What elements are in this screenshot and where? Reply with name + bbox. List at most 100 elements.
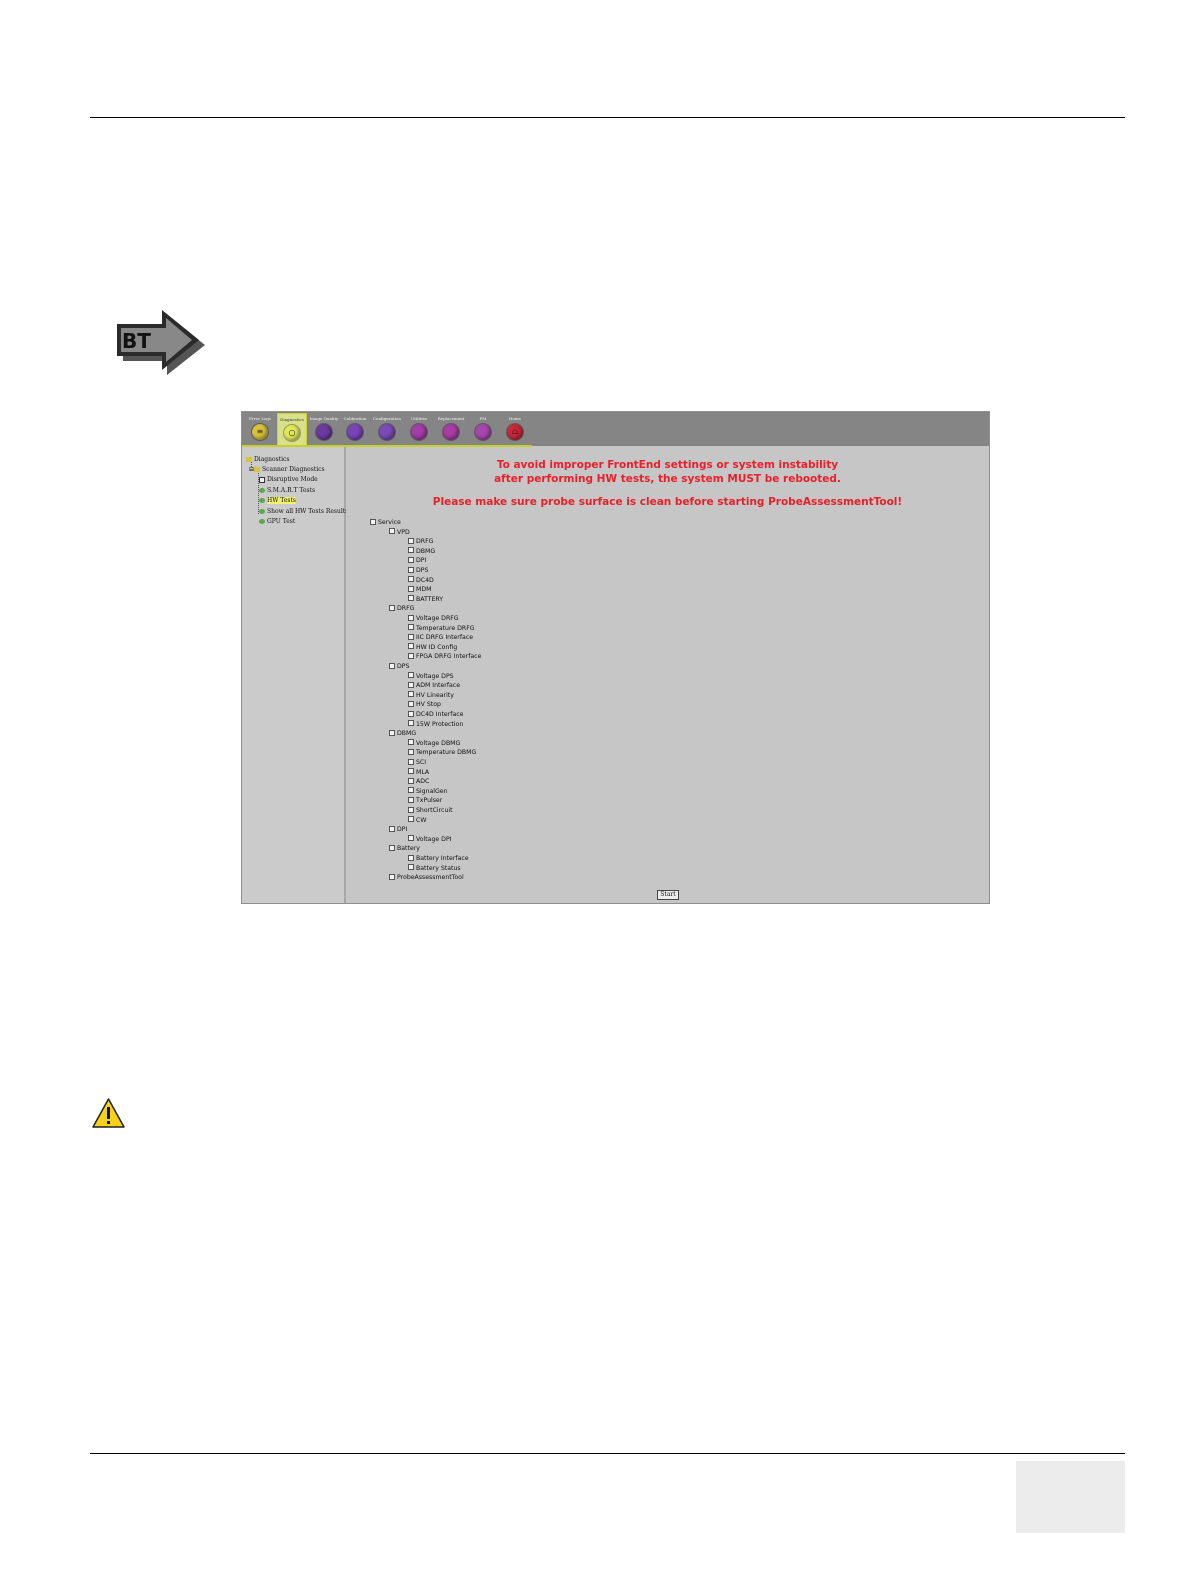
checkbox-item[interactable]: TxPulser <box>408 796 442 805</box>
checkbox[interactable] <box>408 768 414 775</box>
checkbox-item[interactable]: DPS <box>408 566 428 575</box>
tab-home[interactable]: Home ⌂ <box>500 413 530 446</box>
tree-root-diagnostics[interactable]: Diagnostics <box>246 456 289 464</box>
bt-arrow-icon: BT <box>112 302 208 376</box>
checkbox[interactable] <box>408 585 414 592</box>
checkbox-item[interactable]: DRFG <box>408 537 433 546</box>
checkbox[interactable] <box>408 576 414 583</box>
checkbox-item[interactable]: HV Stop <box>408 700 441 709</box>
checkbox-item[interactable]: DC4D Interface <box>408 710 463 719</box>
checkbox-item[interactable]: DPS <box>389 662 409 671</box>
checkbox-item[interactable]: HW ID Config <box>408 643 457 652</box>
checkbox[interactable] <box>408 864 414 871</box>
checkbox[interactable] <box>370 518 376 525</box>
checkbox[interactable] <box>408 691 414 698</box>
tab-error-logs[interactable]: Error Logs ≡ <box>245 413 275 446</box>
checkbox[interactable] <box>389 662 395 669</box>
checkbox-item[interactable]: ADM Interface <box>408 681 460 690</box>
checkbox-item[interactable]: DBMG <box>389 729 416 738</box>
checkbox[interactable] <box>408 816 414 823</box>
tree-item-disruptive-mode[interactable]: Disruptive Mode <box>259 476 318 484</box>
checkbox-item[interactable]: Battery Interface <box>408 854 469 863</box>
checkbox-item[interactable]: ShortCircuit <box>408 806 453 815</box>
checkbox[interactable] <box>408 758 414 765</box>
checkbox[interactable] <box>389 873 395 880</box>
checkbox-item[interactable]: DBMG <box>408 547 435 556</box>
checkbox[interactable] <box>389 825 395 832</box>
checkbox[interactable] <box>408 652 414 659</box>
checkbox[interactable] <box>408 854 414 861</box>
checkbox[interactable] <box>408 787 414 794</box>
checkbox-item[interactable]: SCI <box>408 758 426 767</box>
tab-pm[interactable]: PM <box>468 413 498 446</box>
checkbox[interactable] <box>408 643 414 650</box>
checkbox-item[interactable]: Voltage DPI <box>408 835 452 844</box>
tab-label: Calibration <box>343 416 367 421</box>
checkbox-item[interactable]: Temperature DBMG <box>408 748 476 757</box>
checkbox-item[interactable]: FPGA DRFG Interface <box>408 652 481 661</box>
reboot-warning-line1: To avoid improper FrontEnd settings or s… <box>496 459 839 471</box>
checkbox[interactable] <box>408 537 414 544</box>
checkbox[interactable] <box>408 624 414 631</box>
tree-item-hw-tests[interactable]: HW Tests <box>259 497 296 505</box>
checkbox-label: IIC DRFG Interface <box>416 634 474 642</box>
checkbox[interactable] <box>408 614 414 621</box>
tab-configuration[interactable]: Configuration <box>372 413 402 446</box>
checkbox-item[interactable]: Voltage DRFG <box>408 614 459 623</box>
tab-utilities[interactable]: Utilities <box>404 413 434 446</box>
checkbox-item[interactable]: MLA <box>408 768 429 777</box>
checkbox-item[interactable]: IIC DRFG Interface <box>408 633 473 642</box>
checkbox[interactable] <box>408 835 414 842</box>
tab-diagnostics[interactable]: Diagnostics ○ <box>277 413 307 446</box>
checkbox[interactable] <box>408 556 414 563</box>
checkbox[interactable] <box>408 547 414 554</box>
checkbox-item[interactable]: DPI <box>389 825 407 834</box>
test-icon <box>259 488 265 493</box>
checkbox-item[interactable]: MDM <box>408 585 431 594</box>
checkbox-item[interactable]: Service <box>370 518 401 527</box>
tree-item-smart-tests[interactable]: S.M.A.R.T Tests <box>259 487 315 495</box>
checkbox[interactable] <box>408 633 414 640</box>
checkbox[interactable] <box>408 720 414 727</box>
checkbox[interactable] <box>408 595 414 602</box>
checkbox-item[interactable]: DPI <box>408 556 426 565</box>
checkbox[interactable] <box>408 796 414 803</box>
checkbox-item[interactable]: HV Linearity <box>408 691 454 700</box>
checkbox-item[interactable]: Battery <box>389 844 420 853</box>
tab-replacement[interactable]: Replacement <box>436 413 466 446</box>
checkbox-label: DC4D <box>416 576 434 584</box>
checkbox-item[interactable]: DC4D <box>408 576 434 585</box>
checkbox-item[interactable]: Voltage DPS <box>408 672 454 681</box>
tab-image-quality[interactable]: Image Quality <box>309 413 339 446</box>
start-button[interactable]: Start <box>657 890 679 900</box>
tree-item-show-results[interactable]: Show all HW Tests Results <box>259 508 348 516</box>
checkbox[interactable] <box>408 681 414 688</box>
tree-scanner-diagnostics[interactable]: ⊟ Scanner Diagnostics <box>249 466 325 474</box>
checkbox-item[interactable]: CW <box>408 816 426 825</box>
checkbox-item[interactable]: DRFG <box>389 604 414 613</box>
checkbox-item[interactable]: Temperature DRFG <box>408 624 475 633</box>
checkbox-item[interactable]: BATTERY <box>408 595 443 604</box>
checkbox-item[interactable]: Battery Status <box>408 864 461 873</box>
checkbox-item[interactable]: VPD <box>389 528 410 537</box>
checkbox[interactable] <box>408 748 414 755</box>
checkbox[interactable] <box>389 604 395 611</box>
checkbox[interactable] <box>408 566 414 573</box>
checkbox-label: SCI <box>416 759 427 766</box>
checkbox[interactable] <box>408 710 414 717</box>
checkbox-item[interactable]: Voltage DBMG <box>408 739 460 748</box>
tree-item-gpu-test[interactable]: GPU Test <box>259 518 295 526</box>
checkbox[interactable] <box>389 844 395 851</box>
checkbox[interactable] <box>408 806 414 813</box>
checkbox-item[interactable]: 15W Protection <box>408 720 463 729</box>
checkbox-item[interactable]: SignalGen <box>408 787 448 796</box>
checkbox-item[interactable]: ProbeAssessmentTool <box>389 873 464 882</box>
checkbox-item[interactable]: ADC <box>408 777 429 786</box>
checkbox[interactable] <box>389 729 395 736</box>
tab-calibration[interactable]: Calibration <box>340 413 370 446</box>
checkbox[interactable] <box>408 700 414 707</box>
checkbox[interactable] <box>408 739 414 746</box>
checkbox[interactable] <box>389 528 395 535</box>
checkbox[interactable] <box>408 777 414 784</box>
checkbox[interactable] <box>408 672 414 679</box>
